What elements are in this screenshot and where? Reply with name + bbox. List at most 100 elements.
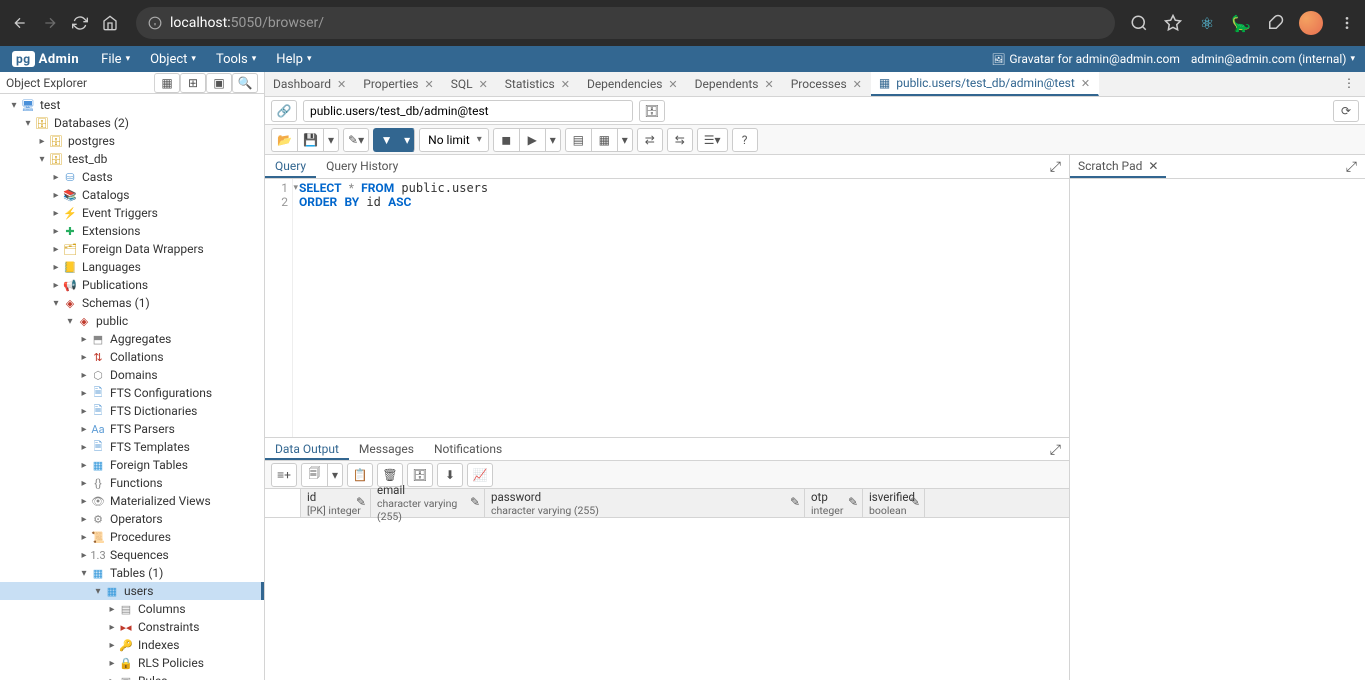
explorer-terminal-button[interactable]: ▣	[206, 73, 232, 93]
tree-item[interactable]: ▸1.3Sequences	[0, 546, 264, 564]
scratch-pad-body[interactable]	[1070, 179, 1365, 680]
menu-file[interactable]: File ▾	[91, 48, 140, 71]
explorer-search-button[interactable]: 🔍	[232, 73, 258, 93]
tree-item[interactable]: ▸📢Publications	[0, 276, 264, 294]
tree-item[interactable]: ▸🗎FTS Dictionaries	[0, 402, 264, 420]
reset-layout-button[interactable]: ⟳	[1333, 100, 1359, 122]
tree-item[interactable]: ▸🔑Indexes	[0, 636, 264, 654]
explain-analyze-button[interactable]: ▦	[591, 128, 617, 152]
execute-dropdown[interactable]: ▾	[545, 128, 561, 152]
column-header[interactable]: id[PK] integer✎	[301, 489, 371, 517]
tree-item[interactable]: ▸⬒Aggregates	[0, 330, 264, 348]
panel-tab[interactable]: Dependencies ✕	[579, 72, 687, 96]
connection-button[interactable]: 🔗	[271, 100, 297, 122]
column-header[interactable]: passwordcharacter varying (255)✎	[485, 489, 805, 517]
tree-item[interactable]: ▸⬡Domains	[0, 366, 264, 384]
tab-query-history[interactable]: Query History	[316, 155, 408, 178]
home-button[interactable]	[98, 11, 122, 35]
menu-tools[interactable]: Tools ▾	[206, 48, 266, 71]
close-icon[interactable]: ✕	[425, 78, 434, 91]
tree-item[interactable]: ▾◈public	[0, 312, 264, 330]
tree-item[interactable]: ▾🖥test	[0, 96, 264, 114]
extensions-icon[interactable]	[1265, 13, 1285, 33]
tree-item[interactable]: ▸✚Extensions	[0, 222, 264, 240]
panel-tab[interactable]: Processes ✕	[783, 72, 871, 96]
tree-item[interactable]: ▾🗄test_db	[0, 150, 264, 168]
close-icon[interactable]: ✕	[479, 78, 488, 91]
macros-button[interactable]: ☰▾	[697, 128, 728, 152]
edit-button[interactable]: ✎▾	[343, 128, 369, 152]
tree-item[interactable]: ▾◈Schemas (1)	[0, 294, 264, 312]
dino-ext-icon[interactable]: 🦕	[1231, 13, 1251, 33]
tree-item[interactable]: ▾🗄Databases (2)	[0, 114, 264, 132]
tree-item[interactable]: ▸🔒RLS Policies	[0, 654, 264, 672]
tree-item[interactable]: ▸🗎FTS Configurations	[0, 384, 264, 402]
tree-item[interactable]: ▸🗄postgres	[0, 132, 264, 150]
open-file-button[interactable]: 📂	[271, 128, 297, 152]
explain-button[interactable]: ▤	[565, 128, 591, 152]
back-button[interactable]	[8, 11, 32, 35]
paste-button[interactable]: 📋	[347, 463, 373, 487]
tree-item[interactable]: ▸⛁Casts	[0, 168, 264, 186]
edit-column-icon[interactable]: ✎	[910, 495, 920, 509]
limit-select[interactable]: No limit	[419, 128, 489, 152]
zoom-icon[interactable]	[1129, 13, 1149, 33]
execute-button[interactable]: ▶	[519, 128, 545, 152]
tree-item[interactable]: ▸⚡Event Triggers	[0, 204, 264, 222]
panel-tab[interactable]: Dashboard ✕	[265, 72, 355, 96]
column-header[interactable]: emailcharacter varying (255)✎	[371, 489, 485, 517]
tree-item[interactable]: ▸▣Rules	[0, 672, 264, 680]
user-menu[interactable]: 🖼 Gravatar for admin@admin.com admin@adm…	[981, 48, 1365, 70]
tree-item[interactable]: ▸▦Foreign Tables	[0, 456, 264, 474]
close-icon[interactable]: ✕	[1081, 77, 1090, 90]
close-icon[interactable]: ✕	[853, 78, 862, 91]
filter-dropdown[interactable]: ▾	[399, 128, 415, 152]
edit-column-icon[interactable]: ✎	[470, 495, 480, 509]
close-icon[interactable]: ✕	[1148, 159, 1158, 173]
tab-data-output[interactable]: Data Output	[265, 438, 349, 460]
column-header[interactable]	[265, 489, 301, 517]
explorer-filter-button[interactable]: ▦	[154, 73, 180, 93]
commit-button[interactable]: ⇄	[637, 128, 663, 152]
url-bar[interactable]: localhost:5050/browser/	[136, 7, 1115, 39]
explorer-grid-button[interactable]: ⊞	[180, 73, 206, 93]
save-button[interactable]: 💾	[297, 128, 323, 152]
explain-dropdown[interactable]: ▾	[617, 128, 633, 152]
tree-item[interactable]: ▸▸◂Constraints	[0, 618, 264, 636]
tree-item[interactable]: ▾▦Tables (1)	[0, 564, 264, 582]
tree-item[interactable]: ▸👁Materialized Views	[0, 492, 264, 510]
copy-button[interactable]: 🗐	[301, 463, 327, 487]
tab-query[interactable]: Query	[265, 155, 316, 178]
forward-button[interactable]	[38, 11, 62, 35]
tree-item[interactable]: ▸{}Functions	[0, 474, 264, 492]
tree-item[interactable]: ▸📚Catalogs	[0, 186, 264, 204]
edit-column-icon[interactable]: ✎	[356, 495, 366, 509]
react-ext-icon[interactable]: ⚛	[1197, 13, 1217, 33]
close-icon[interactable]: ✕	[337, 78, 346, 91]
copy-dropdown[interactable]: ▾	[327, 463, 343, 487]
tabs-more[interactable]: ⋮	[1333, 72, 1365, 96]
results-grid-body[interactable]	[265, 518, 1069, 680]
tree-item[interactable]: ▸📒Languages	[0, 258, 264, 276]
menu-help[interactable]: Help ▾	[266, 48, 321, 71]
reload-button[interactable]	[68, 11, 92, 35]
query-path-input[interactable]	[303, 100, 633, 122]
bookmark-icon[interactable]	[1163, 13, 1183, 33]
object-tree[interactable]: ▾🖥test▾🗄Databases (2)▸🗄postgres▾🗄test_db…	[0, 94, 264, 680]
add-row-button[interactable]: ≡+	[271, 463, 297, 487]
profile-avatar[interactable]	[1299, 11, 1323, 35]
tree-item[interactable]: ▸AaFTS Parsers	[0, 420, 264, 438]
edit-column-icon[interactable]: ✎	[848, 495, 858, 509]
save-dropdown[interactable]: ▾	[323, 128, 339, 152]
more-icon[interactable]	[1337, 13, 1357, 33]
panel-tab[interactable]: Statistics ✕	[497, 72, 579, 96]
help-button[interactable]: ?	[732, 128, 758, 152]
editor-expand[interactable]: ⤢	[1042, 155, 1069, 178]
column-header[interactable]: isverifiedboolean✎	[863, 489, 925, 517]
menu-object[interactable]: Object ▾	[140, 48, 206, 71]
pgadmin-logo[interactable]: pgAdmin	[0, 51, 91, 67]
column-header[interactable]: otpinteger✎	[805, 489, 863, 517]
tree-item[interactable]: ▸📜Procedures	[0, 528, 264, 546]
close-icon[interactable]: ✕	[668, 78, 677, 91]
panel-tab[interactable]: ▦ public.users/test_db/admin@test ✕	[871, 72, 1099, 96]
